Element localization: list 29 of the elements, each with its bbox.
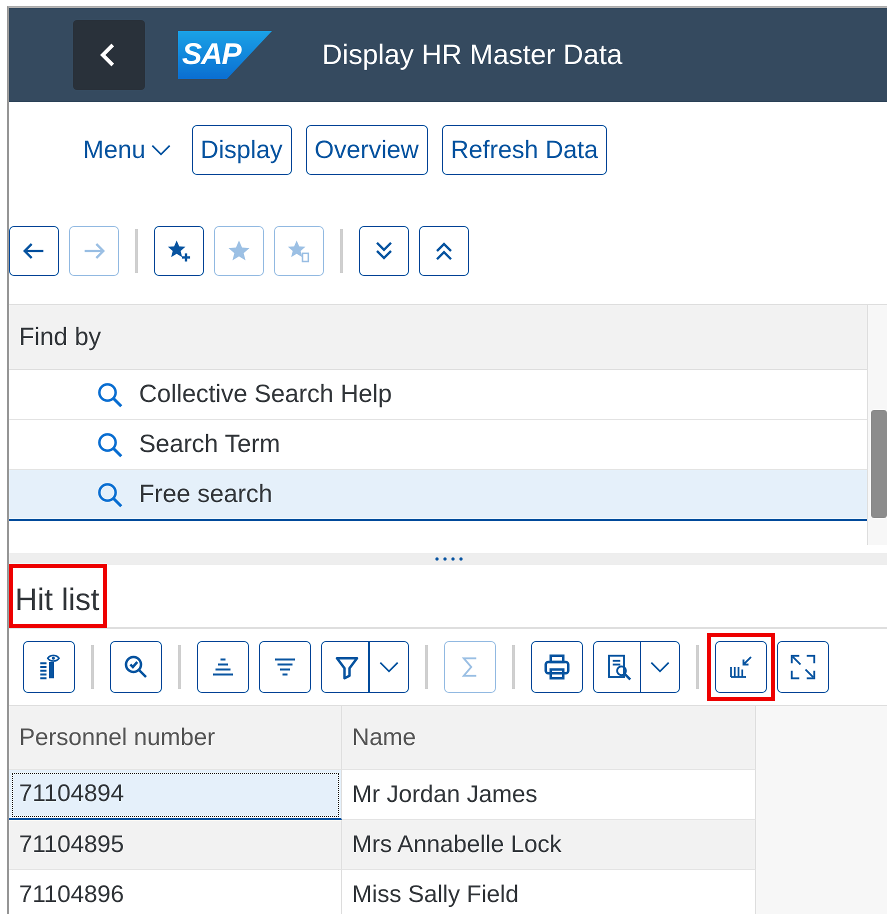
toolbar-button[interactable] bbox=[9, 226, 59, 276]
search-option[interactable]: Free search bbox=[9, 470, 867, 521]
toolbar-button[interactable] bbox=[321, 641, 408, 693]
toolbar-button[interactable] bbox=[777, 641, 829, 693]
printer-icon bbox=[542, 652, 572, 682]
toolbar-button[interactable] bbox=[110, 641, 162, 693]
menu-button[interactable]: Menu bbox=[83, 136, 178, 164]
action-button[interactable]: Refresh Data bbox=[442, 125, 608, 175]
fullscreen-icon bbox=[788, 652, 818, 682]
toolbar-button[interactable] bbox=[715, 641, 767, 693]
table-cell[interactable]: 71104894 bbox=[9, 770, 342, 820]
table-cell[interactable]: 71104896 bbox=[9, 870, 342, 914]
app-title: Display HR Master Data bbox=[322, 39, 622, 71]
action-button[interactable]: Display bbox=[192, 125, 292, 175]
toolbar-button[interactable] bbox=[530, 641, 582, 693]
toolbar-button[interactable] bbox=[259, 641, 311, 693]
panel-title: Find by bbox=[19, 322, 101, 352]
back-button[interactable] bbox=[73, 20, 145, 90]
logo: SAP bbox=[178, 31, 272, 79]
toolbar-button[interactable] bbox=[592, 641, 680, 693]
toolbar-button[interactable] bbox=[23, 641, 75, 693]
toolbar-button[interactable] bbox=[419, 226, 469, 276]
section-title: Hit list bbox=[9, 564, 108, 628]
toolbar-button[interactable] bbox=[197, 641, 249, 693]
toolbar-button[interactable] bbox=[359, 226, 409, 276]
action-button[interactable]: Overview bbox=[306, 125, 428, 175]
scrollbar[interactable] bbox=[868, 305, 887, 545]
splitter-handle[interactable] bbox=[9, 553, 887, 565]
toolbar-button[interactable] bbox=[154, 226, 204, 276]
